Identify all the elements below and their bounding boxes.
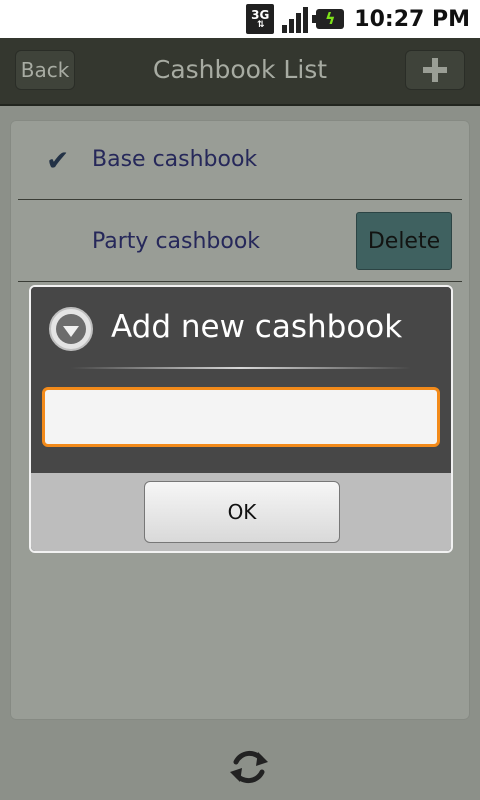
dialog-title: Add new cashbook bbox=[111, 309, 403, 345]
list-item[interactable]: ✔ Base cashbook bbox=[18, 120, 462, 200]
ok-button[interactable]: OK bbox=[144, 481, 340, 543]
list-item[interactable]: Party cashbook Delete bbox=[18, 202, 462, 282]
add-cashbook-button[interactable] bbox=[405, 50, 465, 90]
back-button[interactable]: Back bbox=[15, 50, 75, 90]
status-bar: 3G ⇅ ϟ 10:27 PM bbox=[0, 0, 480, 38]
plus-icon bbox=[423, 58, 447, 82]
dialog-header: Add new cashbook bbox=[31, 287, 451, 473]
status-time: 10:27 PM bbox=[354, 6, 470, 32]
list-item-label: Base cashbook bbox=[92, 147, 258, 172]
app-header: Back Cashbook List bbox=[0, 38, 480, 106]
battery-charging-icon: ϟ bbox=[312, 9, 345, 29]
signal-strength-icon bbox=[282, 5, 309, 33]
dropdown-circle-icon bbox=[49, 307, 93, 351]
delete-button[interactable]: Delete bbox=[356, 212, 452, 270]
checkmark-icon: ✔ bbox=[46, 144, 70, 177]
refresh-icon[interactable] bbox=[224, 742, 274, 792]
cashbook-name-input[interactable] bbox=[42, 387, 440, 447]
add-cashbook-dialog: Add new cashbook OK bbox=[29, 285, 453, 553]
network-3g-icon: 3G ⇅ bbox=[246, 4, 275, 34]
dialog-footer: OK bbox=[31, 473, 451, 551]
list-item-label: Party cashbook bbox=[92, 229, 261, 254]
dialog-divider bbox=[71, 367, 411, 369]
